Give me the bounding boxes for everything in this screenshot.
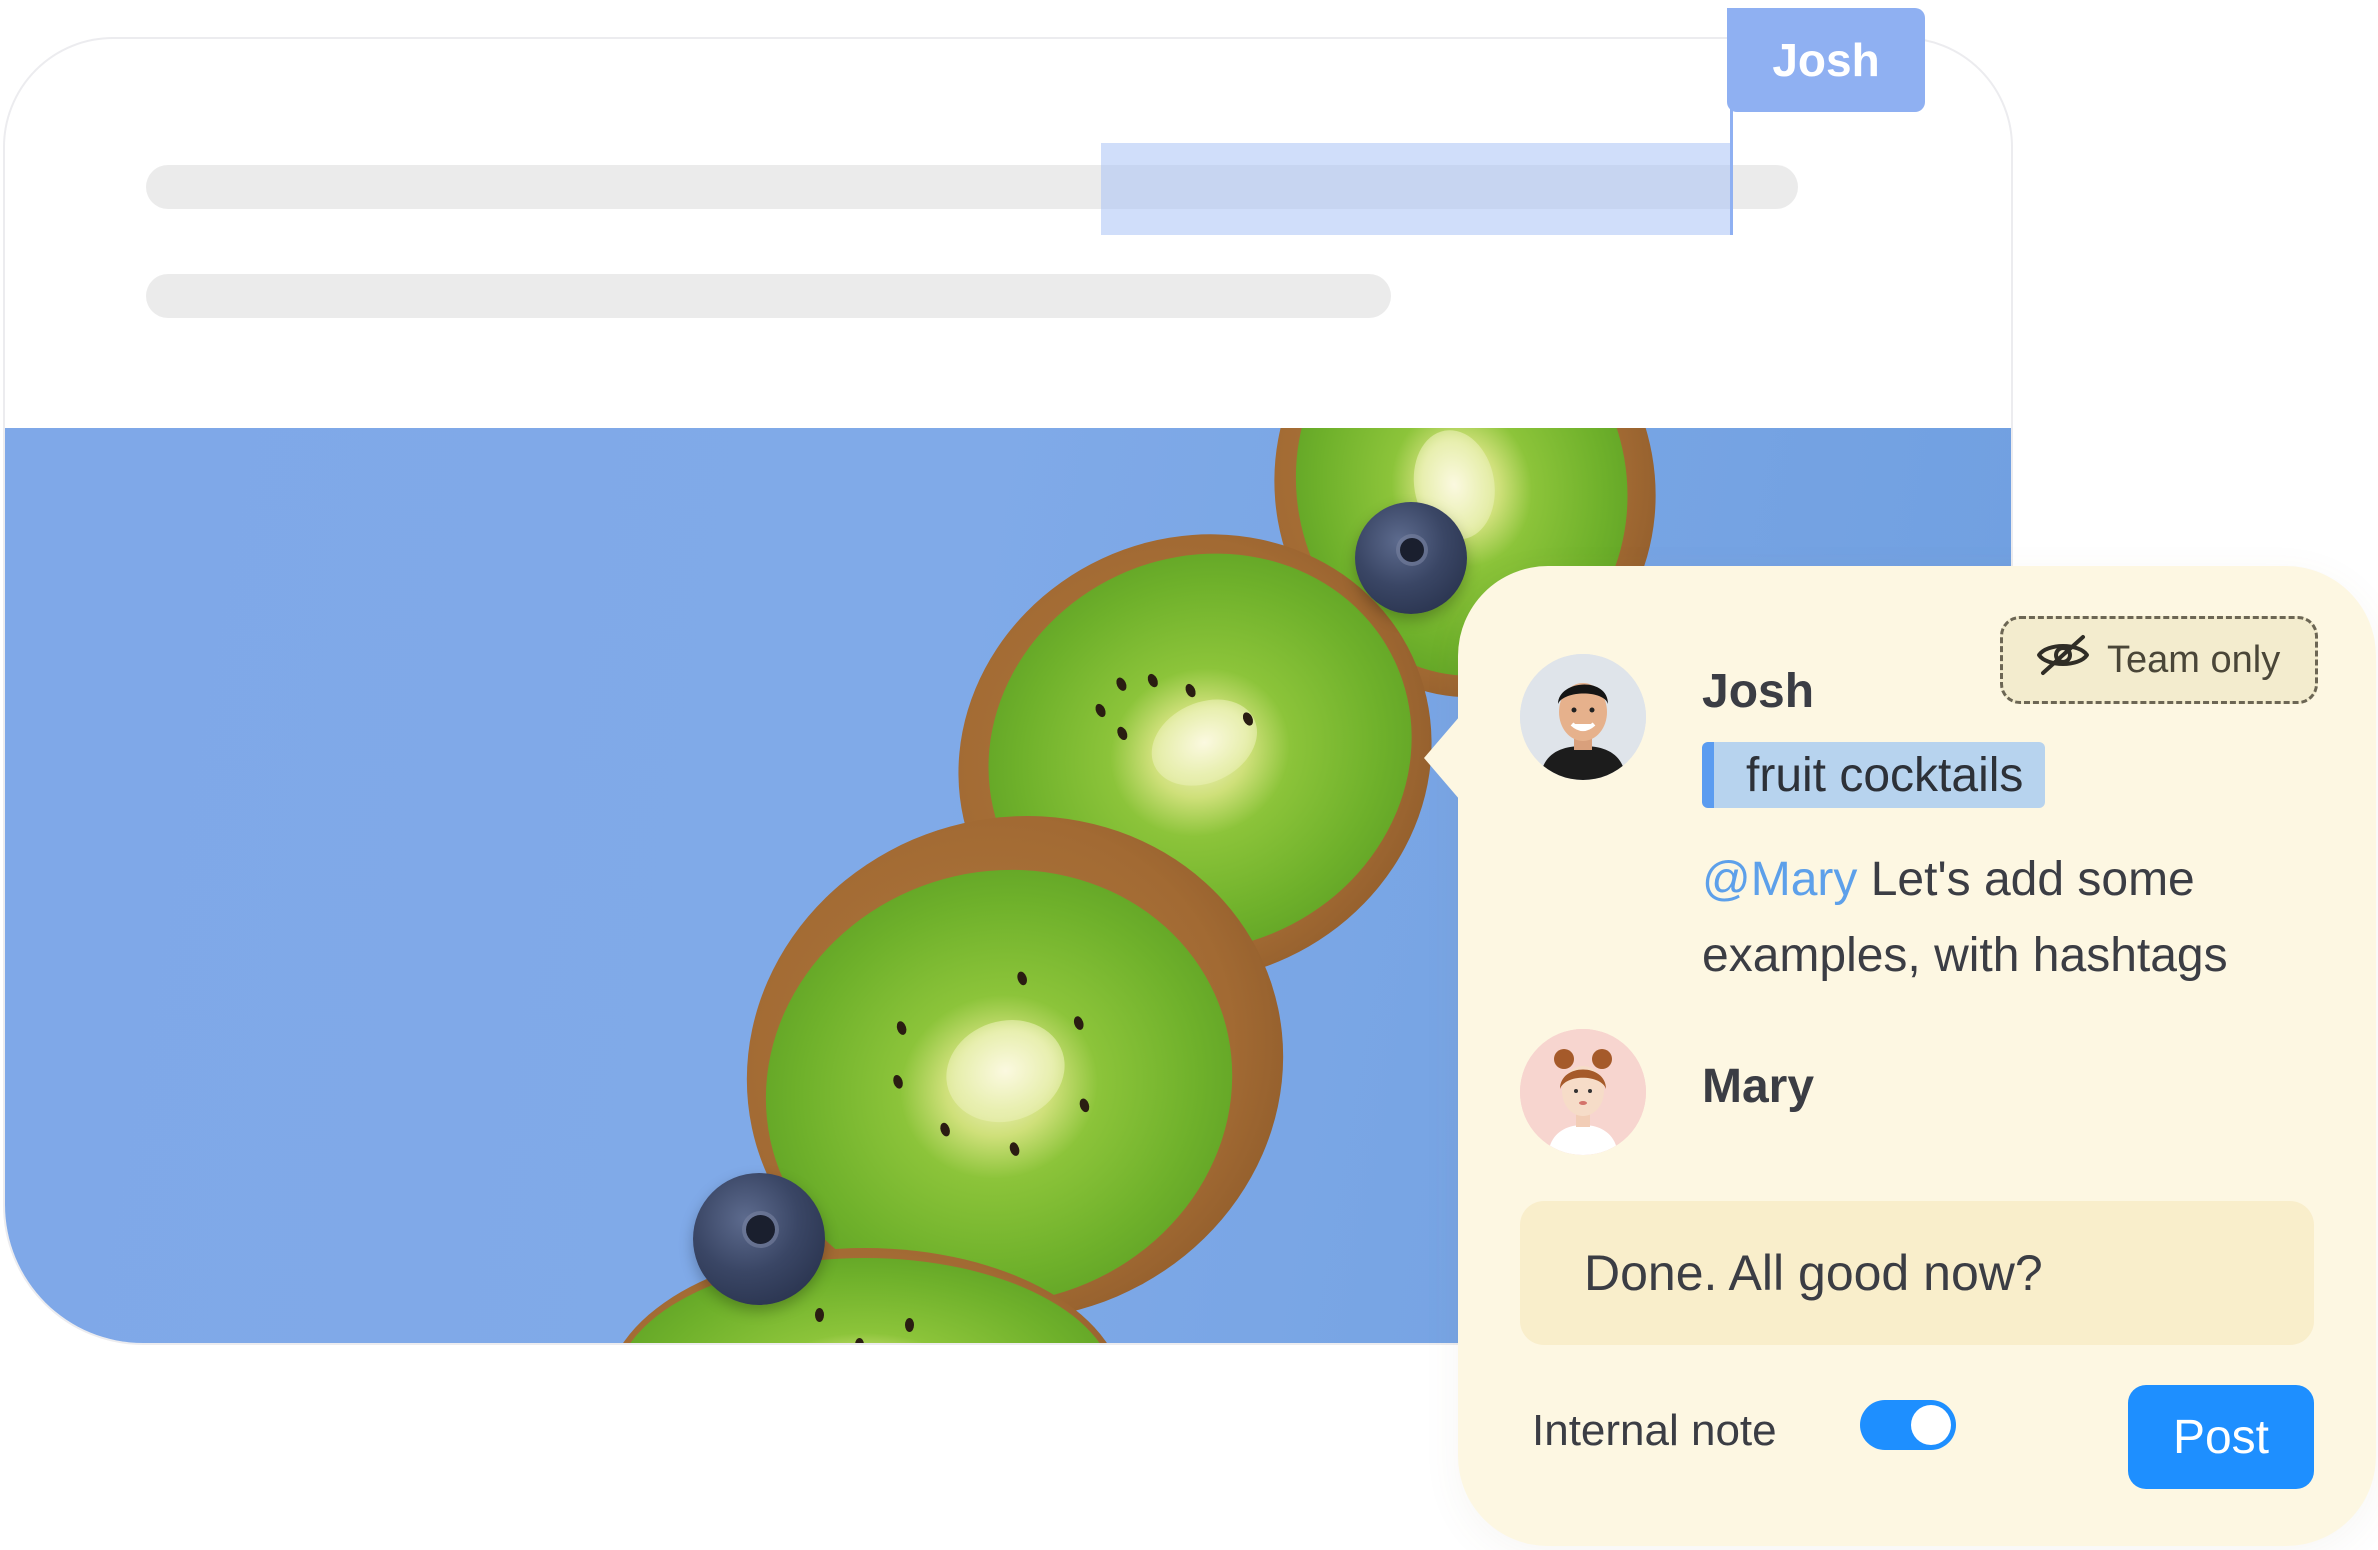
visibility-badge-label: Team only (2107, 638, 2281, 681)
comment-panel: Team only Josh fruit cocktails @Mary Let… (1424, 566, 2376, 1546)
blueberry (1355, 502, 1467, 614)
comment-panel-pointer (1424, 716, 1460, 800)
internal-note-label: Internal note (1532, 1406, 1777, 1455)
toggle-knob (1911, 1405, 1951, 1445)
text-selection-highlight[interactable] (1101, 143, 1732, 235)
visibility-badge[interactable]: Team only (2000, 616, 2318, 704)
collaboration-canvas: Josh Team only Josh fruit cocktails @Mar… (0, 0, 2378, 1550)
internal-note-toggle[interactable] (1860, 1400, 1956, 1450)
avatar-josh[interactable] (1520, 654, 1646, 780)
comment-author-josh: Josh (1702, 665, 1815, 718)
avatar-mary[interactable] (1520, 1029, 1646, 1155)
blueberry (693, 1173, 825, 1305)
mention-link[interactable]: @Mary (1702, 853, 1857, 906)
reply-input[interactable]: Done. All good now? (1520, 1201, 2314, 1345)
eye-off-icon (2035, 633, 2091, 687)
quoted-text-chip[interactable]: fruit cocktails (1702, 742, 2046, 808)
post-button[interactable]: Post (2128, 1385, 2314, 1489)
text-placeholder-line-2 (146, 274, 1391, 318)
comment-author-mary: Mary (1702, 1060, 1815, 1113)
collaborator-name-tag: Josh (1727, 8, 1925, 112)
comment-body: @Mary Let's add some examples, with hash… (1702, 842, 2342, 994)
